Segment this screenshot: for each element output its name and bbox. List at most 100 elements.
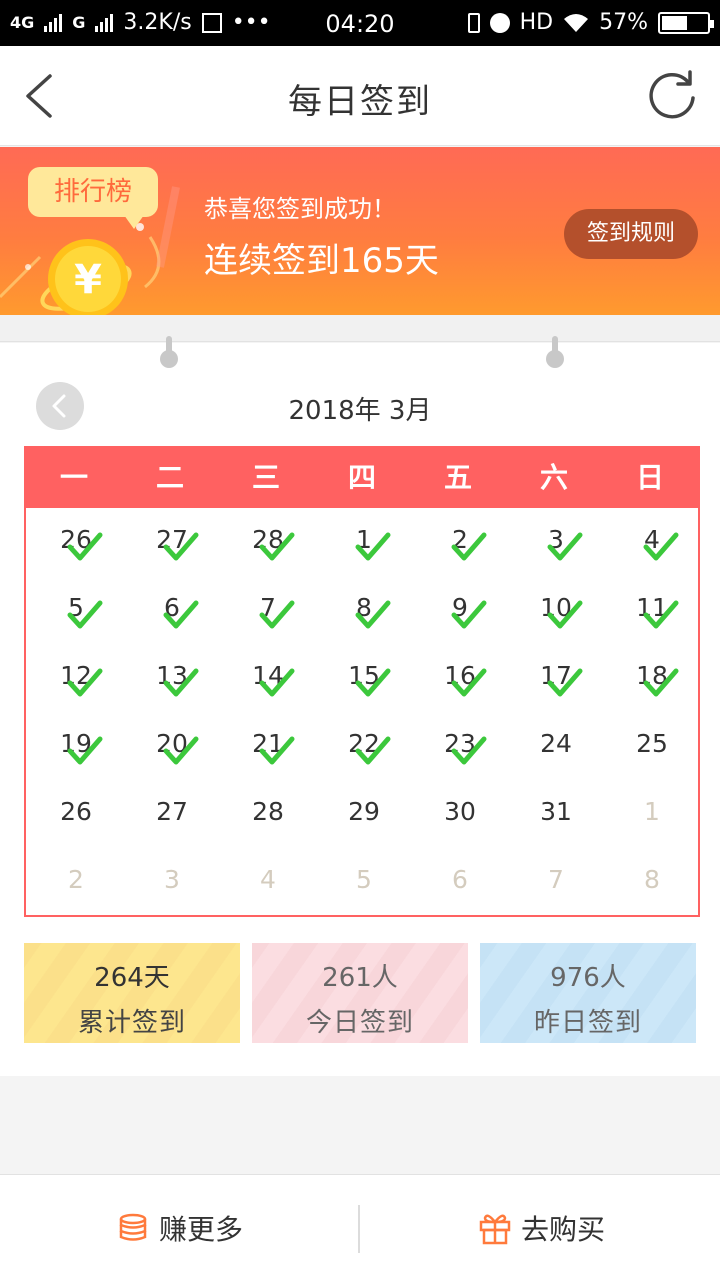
- stat-label: 昨日签到: [533, 1008, 642, 1038]
- coins-icon: [119, 1213, 147, 1241]
- page-title: 每日签到: [288, 82, 432, 122]
- weekday-label: 日: [635, 461, 664, 494]
- calendar-day[interactable]: 29: [316, 780, 412, 848]
- checkmark-icon: [163, 736, 199, 765]
- total-signin-stat: 264天 累计签到: [24, 943, 240, 1043]
- refresh-icon: [649, 70, 695, 119]
- calendar-day[interactable]: 27: [124, 780, 220, 848]
- day-number: 30: [444, 797, 476, 826]
- day-number: 24: [540, 729, 572, 758]
- calendar-day-other-month[interactable]: 2: [28, 848, 124, 916]
- checkmark-icon: [259, 736, 295, 765]
- checkmark-icon: [451, 668, 487, 697]
- calendar-day[interactable]: 4: [604, 508, 700, 576]
- signin-banner: 排行榜 ¥ 恭喜您签到成功！ 连续签到165天 签到规则: [0, 147, 720, 315]
- checkmark-icon: [67, 736, 103, 765]
- day-number: 28: [252, 797, 284, 826]
- weekday-label: 三: [251, 461, 280, 494]
- checkmark-icon: [259, 532, 295, 561]
- day-number: 6: [452, 865, 468, 894]
- calendar-day[interactable]: 15: [316, 644, 412, 712]
- calendar-day[interactable]: 6: [124, 576, 220, 644]
- calendar-day[interactable]: 11: [604, 576, 700, 644]
- day-number: 3: [164, 865, 180, 894]
- separator-strip: [0, 315, 720, 342]
- calendar-day-other-month[interactable]: 1: [604, 780, 700, 848]
- alarm-icon: [489, 12, 510, 33]
- calendar-day-other-month[interactable]: 5: [316, 848, 412, 916]
- title-bar: 每日签到: [0, 46, 720, 146]
- calendar-day[interactable]: 7: [220, 576, 316, 644]
- bottom-divider: [358, 1205, 360, 1253]
- calendar-day[interactable]: 28: [220, 508, 316, 576]
- day-number: 25: [636, 729, 668, 758]
- checkmark-icon: [259, 668, 295, 697]
- signin-rules-button[interactable]: 签到规则: [564, 209, 698, 259]
- calendar-day[interactable]: 17: [508, 644, 604, 712]
- stat-value: 976人: [550, 963, 626, 993]
- calendar-day[interactable]: 8: [316, 576, 412, 644]
- calendar-day[interactable]: 3: [508, 508, 604, 576]
- weekday-label: 四: [347, 461, 376, 494]
- checkmark-icon: [355, 736, 391, 765]
- vibrate-icon: [467, 12, 480, 33]
- day-number: 8: [644, 865, 660, 894]
- checkmark-icon: [643, 668, 679, 697]
- checkmark-icon: [67, 668, 103, 697]
- calendar-day[interactable]: 1: [316, 508, 412, 576]
- bottom-bar: 赚更多 去购买: [0, 1174, 720, 1280]
- calendar-day[interactable]: 13: [124, 644, 220, 712]
- calendar-day[interactable]: 18: [604, 644, 700, 712]
- wifi-icon: [564, 13, 589, 32]
- checkmark-icon: [643, 600, 679, 629]
- calendar-day[interactable]: 12: [28, 644, 124, 712]
- checkmark-icon: [163, 668, 199, 697]
- refresh-button[interactable]: [644, 68, 700, 124]
- checkmark-icon: [355, 532, 391, 561]
- calendar-day[interactable]: 14: [220, 644, 316, 712]
- calendar-day[interactable]: 28: [220, 780, 316, 848]
- calendar-day[interactable]: 9: [412, 576, 508, 644]
- calendar-day[interactable]: 24: [508, 712, 604, 780]
- calendar-day[interactable]: 20: [124, 712, 220, 780]
- calendar-day[interactable]: 31: [508, 780, 604, 848]
- calendar-day[interactable]: 22: [316, 712, 412, 780]
- calendar-day[interactable]: 26: [28, 780, 124, 848]
- gift-icon: [479, 1214, 511, 1245]
- binder-ring: [546, 336, 564, 368]
- weekday-label: 一: [59, 461, 88, 494]
- checkmark-icon: [163, 600, 199, 629]
- calendar-day[interactable]: 27: [124, 508, 220, 576]
- calendar-day-other-month[interactable]: 3: [124, 848, 220, 916]
- checkmark-icon: [547, 532, 583, 561]
- calendar-day-other-month[interactable]: 4: [220, 848, 316, 916]
- stat-label: 今日签到: [305, 1008, 414, 1038]
- calendar-day[interactable]: 19: [28, 712, 124, 780]
- calendar-day-other-month[interactable]: 6: [412, 848, 508, 916]
- calendar-day[interactable]: 5: [28, 576, 124, 644]
- checkmark-icon: [355, 600, 391, 629]
- calendar-day-other-month[interactable]: 8: [604, 848, 700, 916]
- checkmark-icon: [259, 600, 295, 629]
- calendar-day[interactable]: 16: [412, 644, 508, 712]
- calendar-day[interactable]: 30: [412, 780, 508, 848]
- calendar-day[interactable]: 10: [508, 576, 604, 644]
- earn-more-button[interactable]: 赚更多: [0, 1175, 358, 1280]
- calendar-day[interactable]: 25: [604, 712, 700, 780]
- calendar-day[interactable]: 2: [412, 508, 508, 576]
- day-number: 29: [348, 797, 380, 826]
- ranking-button[interactable]: 排行榜: [28, 167, 158, 229]
- today-signin-stat: 261人 今日签到: [252, 943, 468, 1043]
- month-title: 2018年 3月: [288, 396, 432, 426]
- checkmark-icon: [67, 532, 103, 561]
- calendar-day[interactable]: 26: [28, 508, 124, 576]
- calendar-day[interactable]: 23: [412, 712, 508, 780]
- calendar-days: 26 27 28 1 2 3 4 5 6 7 8 9 10 11 12 13 14 15 16 17 18 19 20 21 2…: [26, 508, 698, 917]
- calendar-day[interactable]: 21: [220, 712, 316, 780]
- day-number: 7: [548, 865, 564, 894]
- checkmark-icon: [643, 532, 679, 561]
- checkmark-icon: [355, 668, 391, 697]
- buy-button[interactable]: 去购买: [362, 1175, 720, 1280]
- calendar-day-other-month[interactable]: 7: [508, 848, 604, 916]
- status-right: HD 57%: [467, 10, 714, 35]
